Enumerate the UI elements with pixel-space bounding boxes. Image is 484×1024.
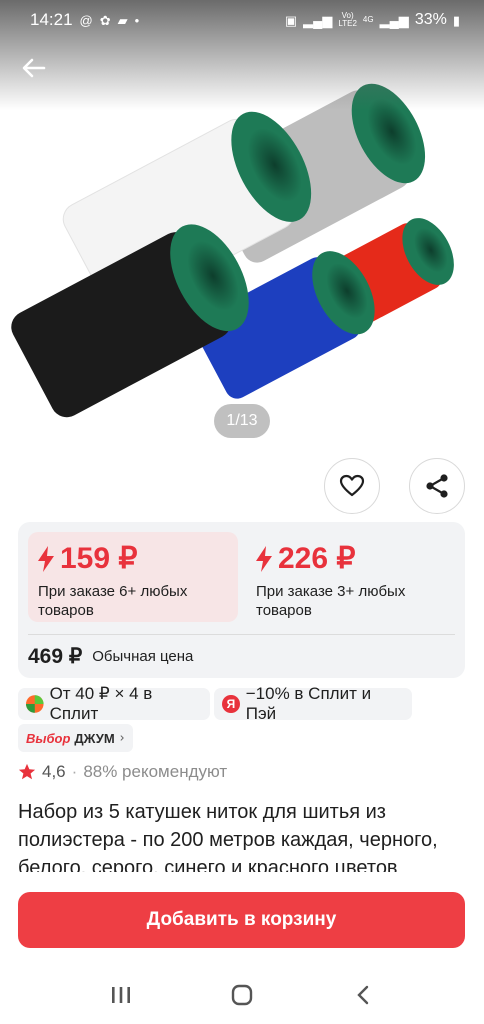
- add-to-cart-button[interactable]: Добавить в корзину: [18, 892, 465, 948]
- rating-row[interactable]: 4,6 · 88% рекомендуют: [18, 762, 227, 782]
- separator-dot: ·: [71, 762, 78, 781]
- signal-icon-2: ▂▄▆: [379, 12, 409, 28]
- split-logo-icon: [26, 695, 44, 713]
- battery-percent: 33%: [414, 11, 447, 28]
- recent-apps-button[interactable]: [91, 970, 151, 1020]
- favorite-button[interactable]: [324, 458, 380, 514]
- product-page: 1/13 14:21 @ ✿ ▰ • ▣ ▂▄▆ Vo) LTE2 4G ▂▄▆ …: [0, 0, 484, 1024]
- regular-price: 469 ₽: [28, 645, 83, 668]
- recommend-percent: 88% рекомендуют: [83, 762, 228, 781]
- price-value: 226 ₽: [278, 542, 356, 575]
- choice-badge[interactable]: Выбор ДЖУМ: [18, 724, 133, 752]
- heart-icon: [339, 474, 365, 497]
- price-condition: При заказе 6+ любых товаров: [38, 583, 188, 619]
- lock-icon: ▣: [284, 12, 298, 28]
- status-time: 14:21: [30, 10, 73, 29]
- pay-text: −10% в Сплит и Пэй: [245, 684, 372, 723]
- regular-price-label: Обычная цена: [92, 648, 194, 665]
- split-installment-badge[interactable]: От 40 ₽ × 4 в Сплит: [18, 684, 210, 723]
- system-nav-bar: [0, 965, 484, 1024]
- status-bar: 14:21 @ ✿ ▰ • ▣ ▂▄▆ Vo) LTE2 4G ▂▄▆ 33% ▮: [0, 0, 484, 40]
- lightning-icon: [38, 546, 54, 572]
- dot-icon: •: [134, 12, 140, 28]
- regular-price-row: 469 ₽ Обычная цена: [28, 644, 193, 669]
- at-sign-icon: @: [79, 12, 93, 28]
- chat-icon: ▰: [117, 12, 128, 28]
- price-value: 159 ₽: [60, 542, 138, 575]
- arrow-left-icon: [22, 58, 46, 78]
- product-title[interactable]: Набор из 5 катушек ниток для шитья из по…: [18, 798, 470, 872]
- price-condition: При заказе 3+ любых товаров: [256, 583, 406, 619]
- price-option-bulk-3[interactable]: 226 ₽ При заказе 3+ любых товаров: [246, 532, 456, 622]
- network-gen: 4G: [362, 15, 374, 24]
- chevron-left-icon: [357, 985, 369, 1004]
- image-counter: 1/13: [214, 404, 270, 438]
- star-icon: [18, 763, 36, 780]
- share-button[interactable]: [409, 458, 465, 514]
- yandex-logo-icon: Я: [222, 695, 240, 713]
- lightning-icon: [256, 546, 272, 572]
- share-icon: [426, 474, 448, 498]
- home-button[interactable]: [212, 970, 272, 1020]
- product-image-gallery[interactable]: 1/13: [0, 0, 484, 450]
- home-icon: [231, 984, 253, 1005]
- split-text: От 40 ₽ × 4 в Сплит: [49, 684, 153, 723]
- rating-value: 4,6: [42, 762, 66, 781]
- back-button[interactable]: [18, 52, 50, 84]
- flower-icon: ✿: [99, 12, 111, 28]
- divider: [28, 634, 455, 635]
- chevron-right-icon: [120, 735, 124, 741]
- price-card: 159 ₽ При заказе 6+ любых товаров 226 ₽ …: [18, 522, 465, 678]
- split-pay-badge[interactable]: Я −10% в Сплит и Пэй: [214, 684, 412, 723]
- choice-label: Выбор: [26, 730, 71, 746]
- recent-apps-icon: [111, 986, 130, 1003]
- price-option-bulk-6[interactable]: 159 ₽ При заказе 6+ любых товаров: [28, 532, 238, 622]
- network-label: Vo) LTE2: [338, 11, 357, 28]
- back-nav-button[interactable]: [333, 970, 393, 1020]
- signal-icon: ▂▄▆: [303, 12, 333, 28]
- choice-name: ДЖУМ: [74, 730, 115, 746]
- battery-icon: ▮: [452, 12, 460, 28]
